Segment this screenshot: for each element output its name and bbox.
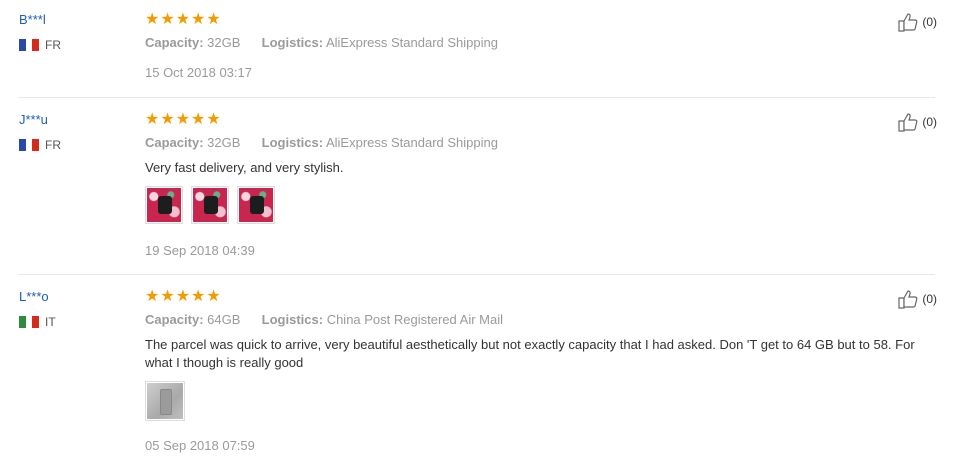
thumbs-up-icon [898,290,918,309]
star-icon: ★ [206,11,221,28]
capacity-value: 32GB [207,35,241,50]
star-icon: ★ [206,111,221,128]
review-date: 19 Sep 2018 04:39 [145,243,255,258]
product-photo [147,383,183,419]
star-icon: ★ [175,11,191,28]
capacity-label: Capacity: [145,35,204,50]
order-properties: Capacity: 32GB Logistics: AliExpress Sta… [145,135,498,150]
helpful-count: (0) [922,292,937,306]
capacity-value: 32GB [207,135,241,150]
star-icon: ★ [175,288,191,305]
star-icon: ★ [145,111,160,128]
thumbs-up-icon [898,113,918,132]
review-text: Very fast delivery, and very stylish. [145,160,344,175]
country-code: FR [45,38,61,52]
thumbs-up-icon [898,13,918,32]
star-icon: ★ [160,11,175,28]
review-photos [145,381,193,421]
star-icon: ★ [145,288,160,305]
review-text: The parcel was quick to arrive, very bea… [145,337,915,370]
order-properties: Capacity: 32GB Logistics: AliExpress Sta… [145,35,498,50]
star-rating: ★ ★ ★ ★ ★ [145,12,222,28]
star-rating: ★ ★ ★ ★ ★ [145,289,222,305]
order-properties: Capacity: 64GB Logistics: China Post Reg… [145,312,503,327]
italy-flag-icon [19,316,40,328]
star-icon: ★ [160,288,175,305]
star-icon: ★ [160,111,175,128]
helpful-count: (0) [922,15,937,29]
review-date: 05 Sep 2018 07:59 [145,438,255,453]
reviewer-name[interactable]: L***o [19,289,49,304]
product-photo [147,188,181,222]
country-code: FR [45,138,61,152]
logistics-value: AliExpress Standard Shipping [325,35,498,50]
reviewer-country: IT [19,315,56,329]
logistics-value: China Post Registered Air Mail [326,312,503,327]
capacity-value: 64GB [207,312,241,327]
reviewer-country: FR [19,38,61,52]
country-code: IT [45,315,56,329]
logistics-value: AliExpress Standard Shipping [325,135,498,150]
review-divider [18,274,935,275]
helpful-count: (0) [922,115,937,129]
reviewer-name[interactable]: B***l [19,12,46,27]
review-divider [18,97,935,98]
review-date: 15 Oct 2018 03:17 [145,65,252,80]
star-icon: ★ [145,11,160,28]
star-icon: ★ [191,111,206,128]
star-rating: ★ ★ ★ ★ ★ [145,112,222,128]
product-photo [239,188,273,222]
reviewer-country: FR [19,138,61,152]
capacity-label: Capacity: [145,135,204,150]
star-icon: ★ [191,288,206,305]
logistics-label: Logistics: [261,35,324,50]
helpful-button[interactable]: (0) [898,12,937,32]
logistics-label: Logistics: [261,135,324,150]
helpful-button[interactable]: (0) [898,112,937,132]
review-photo-thumbnail[interactable] [145,186,183,224]
france-flag-icon [19,39,40,51]
star-icon: ★ [175,111,191,128]
reviewer-name[interactable]: J***u [19,112,48,127]
star-icon: ★ [191,11,206,28]
logistics-label: Logistics: [261,312,324,327]
capacity-label: Capacity: [145,312,204,327]
star-icon: ★ [206,288,221,305]
review-photo-thumbnail[interactable] [145,381,185,421]
helpful-button[interactable]: (0) [898,289,937,309]
review-photo-thumbnail[interactable] [191,186,229,224]
product-photo [193,188,227,222]
review-photo-thumbnail[interactable] [237,186,275,224]
review-photos [145,186,283,224]
france-flag-icon [19,139,40,151]
